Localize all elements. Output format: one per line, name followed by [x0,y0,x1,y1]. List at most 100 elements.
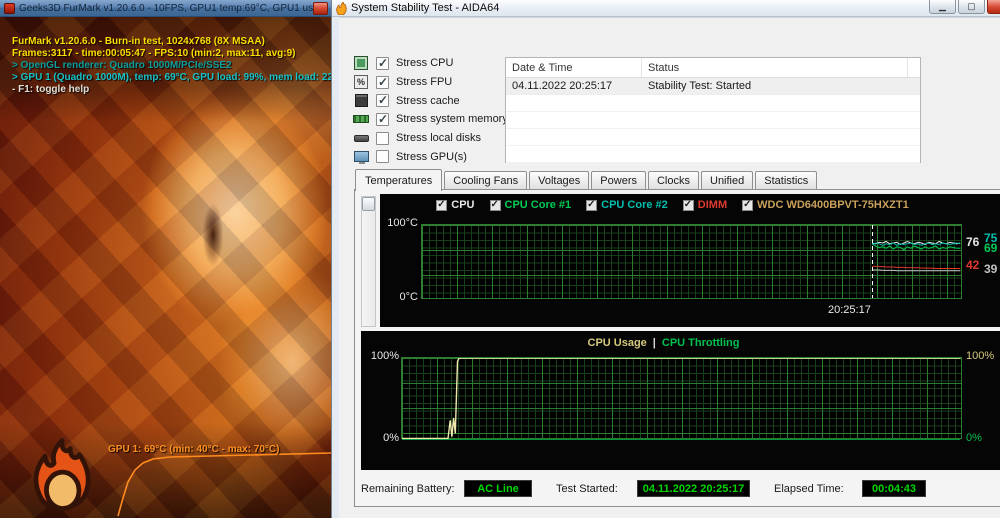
cpu-usage-plot [401,357,962,440]
log-table-header: Date & Time Status [506,58,920,78]
tab-voltages[interactable]: Voltages [529,171,590,190]
cpu-usage-chart-panel: CPU Usage | CPU Throttling 100% 0% 100% … [361,331,1000,470]
column-header-datetime[interactable]: Date & Time [506,58,642,77]
tab-cooling-fans[interactable]: Cooling Fans [444,171,528,190]
legend-checkbox[interactable] [742,199,754,211]
legend-item-wdc-disk[interactable]: WDC WD6400BPVT-75HXZT1 [742,199,909,211]
log-empty-row [506,112,920,129]
legend-checkbox[interactable] [436,199,448,211]
elapsed-time-label: Elapsed Time: [774,483,844,495]
osd-line: > OpenGL renderer: Quadro 1000M/PCIe/SSE… [12,60,232,71]
temp-axis-min-label: 0°C [399,291,418,303]
log-empty-row [506,95,920,112]
test-started-text: 04.11.2022 20:25:17 [642,482,745,495]
scrollbar-thumb[interactable] [362,197,375,211]
temperature-chart-panel: CPU CPU Core #1 CPU Core #2 DIMM [380,194,1000,327]
tab-clocks[interactable]: Clocks [647,171,699,190]
battery-value-text: AC Line [477,482,519,495]
furmark-window: Geeks3D FurMark v1.20.6.0 - 10FPS, GPU1 … [0,0,331,518]
furmark-flame-logo [33,438,91,511]
legend-label: WDC WD6400BPVT-75HXZT1 [757,199,909,211]
legend-label: CPU Core #2 [601,199,668,211]
chart-scrollbar[interactable] [361,196,376,327]
stress-option-label: Stress cache [396,94,460,107]
log-datetime-cell: 04.11.2022 20:25:17 [512,80,613,92]
stress-option-disks[interactable]: Stress local disks [353,129,508,148]
log-table-row[interactable]: 04.11.2022 20:25:17 Stability Test: Star… [506,78,920,95]
furmark-window-title: Geeks3D FurMark v1.20.6.0 - 10FPS, GPU1 … [19,2,327,14]
legend-checkbox[interactable] [586,199,598,211]
column-header-spacer [908,58,920,77]
legend-label: CPU Core #1 [504,199,572,211]
legend-item-dimm[interactable]: DIMM [682,199,728,211]
usage-axis-max-label: 100% [370,350,399,362]
throttling-right-min-label: 0% [966,432,982,444]
legend-item-cpu[interactable]: CPU [436,199,475,211]
temperature-plot [421,224,962,299]
furmark-osd-text: FurMark v1.20.6.0 - Burn-in test, 1024x7… [12,36,331,96]
legend-item-cpu-core-2[interactable]: CPU Core #2 [586,199,668,211]
cache-chip-icon [354,94,368,108]
test-started-label: Test Started: [556,483,618,495]
stress-option-cache[interactable]: Stress cache [353,91,508,110]
temp-value-cpu: 76 [966,235,980,249]
maximize-icon: ▢ [967,1,976,11]
legend-item-cpu-core-1[interactable]: CPU Core #1 [489,199,572,211]
column-header-status[interactable]: Status [642,58,908,77]
furmark-titlebar[interactable]: Geeks3D FurMark v1.20.6.0 - 10FPS, GPU1 … [0,0,331,17]
stress-option-label: Stress FPU [396,76,453,89]
stress-cpu-checkbox[interactable] [376,56,389,70]
stress-option-gpu[interactable]: Stress GPU(s) [353,147,508,166]
legend-label: DIMM [697,199,728,211]
cpu-icon [354,56,368,71]
stress-disks-checkbox[interactable] [376,131,389,145]
cpu-usage-series-lines [402,358,961,440]
remaining-battery-value: AC Line [464,480,532,497]
gpu-temp-caption: GPU 1: 69°C (min: 40°C - max: 70°C) [108,444,280,455]
osd-line: > GPU 1 (Quadro 1000M), temp: 69°C, GPU … [12,72,331,83]
stress-option-fpu[interactable]: Stress FPU [353,73,508,92]
test-start-marker [872,225,873,298]
aida64-titlebar[interactable]: System Stability Test - AIDA64 [332,0,1000,17]
aida64-flame-icon [336,1,347,15]
aida64-window: System Stability Test - AIDA64 ▁ ▢ Stres… [331,0,1000,518]
osd-line: - F1: toggle help [12,84,90,95]
stress-option-label: Stress local disks [396,132,481,145]
stress-gpu-checkbox[interactable] [376,150,389,164]
legend-checkbox[interactable] [489,199,501,211]
stress-options-list: Stress CPU Stress FPU Stress cache Stres… [353,54,508,166]
tab-powers[interactable]: Powers [591,171,646,190]
temp-value-wdc-disk: 39 [984,262,998,276]
osd-line: FurMark v1.20.6.0 - Burn-in test, 1024x7… [12,36,265,47]
stress-memory-checkbox[interactable] [376,112,389,126]
test-started-value: 04.11.2022 20:25:17 [637,480,750,497]
stress-option-memory[interactable]: Stress system memory [353,110,508,129]
usage-right-max-label: 100% [966,350,995,362]
tab-unified[interactable]: Unified [701,171,754,190]
minimize-button[interactable]: ▁ [929,0,956,14]
test-start-time-label: 20:25:17 [828,304,871,316]
tab-statistics[interactable]: Statistics [755,171,818,190]
fpu-percent-icon [354,75,368,90]
close-button[interactable] [987,0,1000,14]
furmark-app-icon [4,2,15,14]
temp-axis-max-label: 100°C [387,217,418,229]
usage-title-cpu-usage: CPU Usage [587,337,647,349]
furmark-close-button[interactable] [313,2,328,15]
tab-temperatures[interactable]: Temperatures [355,169,443,191]
log-empty-row [506,146,920,163]
temp-value-dimm: 42 [966,258,980,272]
aida64-client-area: Stress CPU Stress FPU Stress cache Stres… [339,17,1000,518]
legend-label: CPU [451,199,475,211]
stress-cache-checkbox[interactable] [376,93,389,108]
log-status-cell: Stability Test: Started [648,80,752,92]
stress-option-cpu[interactable]: Stress CPU [353,54,508,73]
tab-strip: Temperatures Cooling Fans Voltages Power… [355,169,819,191]
remaining-battery-label: Remaining Battery: [361,483,455,495]
legend-checkbox[interactable] [682,199,694,211]
log-empty-row [506,129,920,146]
hard-disk-icon [353,134,369,142]
maximize-button[interactable]: ▢ [958,0,985,14]
elapsed-time-value: 00:04:43 [862,480,926,497]
stress-fpu-checkbox[interactable] [376,75,389,89]
